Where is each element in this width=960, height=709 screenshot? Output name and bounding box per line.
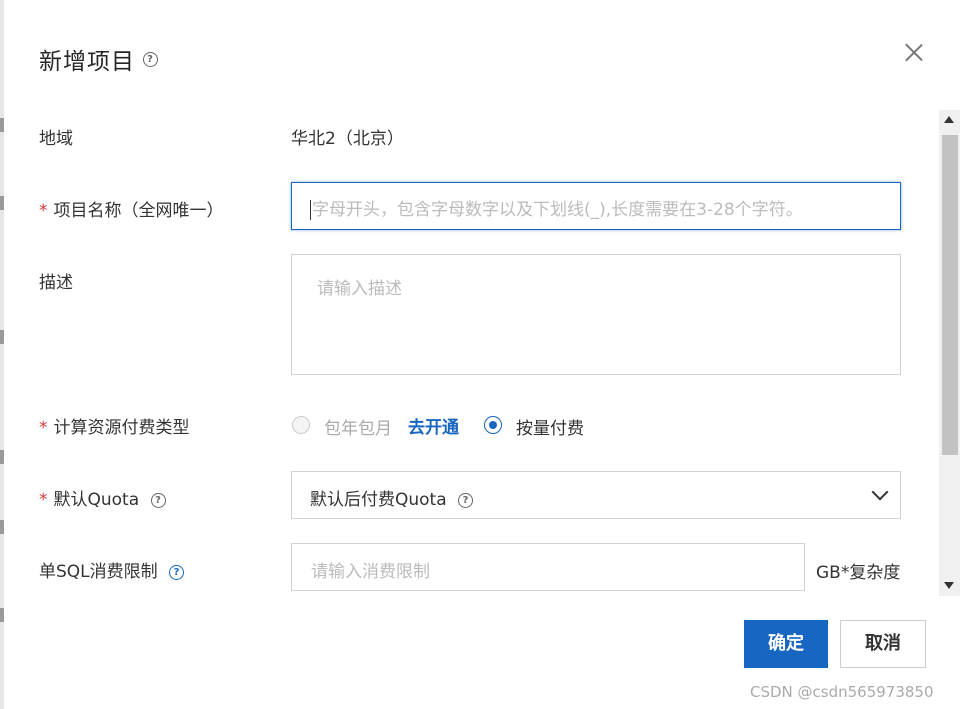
activate-link[interactable]: 去开通 xyxy=(408,413,459,438)
chevron-down-icon xyxy=(871,483,889,501)
region-value: 华北2（北京） xyxy=(291,129,404,149)
radio-subscription-label: 包年包月 xyxy=(324,419,392,439)
default-quota-selected-text: 默认后付费Quota xyxy=(310,490,447,510)
scroll-up-arrow-icon[interactable] xyxy=(944,116,954,123)
help-icon[interactable]: ? xyxy=(143,52,158,67)
cancel-button[interactable]: 取消 xyxy=(840,620,926,668)
description-textarea[interactable]: 请输入描述 xyxy=(291,254,901,375)
required-mark: * xyxy=(39,490,48,510)
radio-pay-as-you-go-label[interactable]: 按量付费 xyxy=(516,414,584,439)
confirm-button[interactable]: 确定 xyxy=(744,620,828,668)
scrollbar[interactable] xyxy=(939,110,960,596)
required-mark: * xyxy=(39,201,48,221)
sql-limit-unit: GB*复杂度 xyxy=(816,563,901,583)
billing-type-label: * 计算资源付费类型 xyxy=(39,413,190,438)
sql-limit-placeholder: 请输入消费限制 xyxy=(311,562,430,582)
region-label: 地域 xyxy=(39,129,73,149)
dialog-title-text: 新增项目 xyxy=(39,49,135,75)
sql-limit-label: 单SQL消费限制 ? xyxy=(39,557,185,582)
help-icon[interactable]: ? xyxy=(150,492,166,508)
required-mark: * xyxy=(39,418,48,438)
default-quota-label-text: 默认Quota xyxy=(53,490,140,510)
project-name-label-text: 项目名称（全网唯一） xyxy=(53,201,224,221)
scroll-down-arrow-icon[interactable] xyxy=(944,582,954,589)
help-icon[interactable]: ? xyxy=(458,492,474,508)
default-quota-select[interactable]: 默认后付费Quota ? xyxy=(291,471,901,519)
text-caret xyxy=(310,200,311,220)
help-icon[interactable]: ? xyxy=(169,564,185,580)
close-icon[interactable] xyxy=(904,42,924,62)
description-label: 描述 xyxy=(39,273,73,293)
project-name-label: * 项目名称（全网唯一） xyxy=(39,196,224,221)
project-name-input[interactable]: 字母开头，包含字母数字以及下划线(_),长度需要在3-28个字符。 xyxy=(291,182,901,230)
radio-pay-as-you-go[interactable] xyxy=(484,416,502,434)
billing-type-label-text: 计算资源付费类型 xyxy=(53,418,190,438)
watermark: CSDN @csdn565973850 xyxy=(750,683,934,701)
default-quota-selected: 默认后付费Quota ? xyxy=(310,485,474,510)
radio-subscription xyxy=(292,416,310,434)
dialog-title: 新增项目? xyxy=(39,42,158,76)
default-quota-label: * 默认Quota ? xyxy=(39,485,166,510)
description-placeholder: 请输入描述 xyxy=(317,279,402,299)
sql-limit-label-text: 单SQL消费限制 xyxy=(39,562,158,582)
project-name-placeholder: 字母开头，包含字母数字以及下划线(_),长度需要在3-28个字符。 xyxy=(312,200,803,220)
scroll-thumb[interactable] xyxy=(942,135,958,455)
new-project-dialog: 新增项目? 地域 华北2（北京） * 项目名称（全网唯一） 字母开头，包含字母数字… xyxy=(4,0,960,709)
sql-limit-input[interactable]: 请输入消费限制 xyxy=(291,543,805,591)
